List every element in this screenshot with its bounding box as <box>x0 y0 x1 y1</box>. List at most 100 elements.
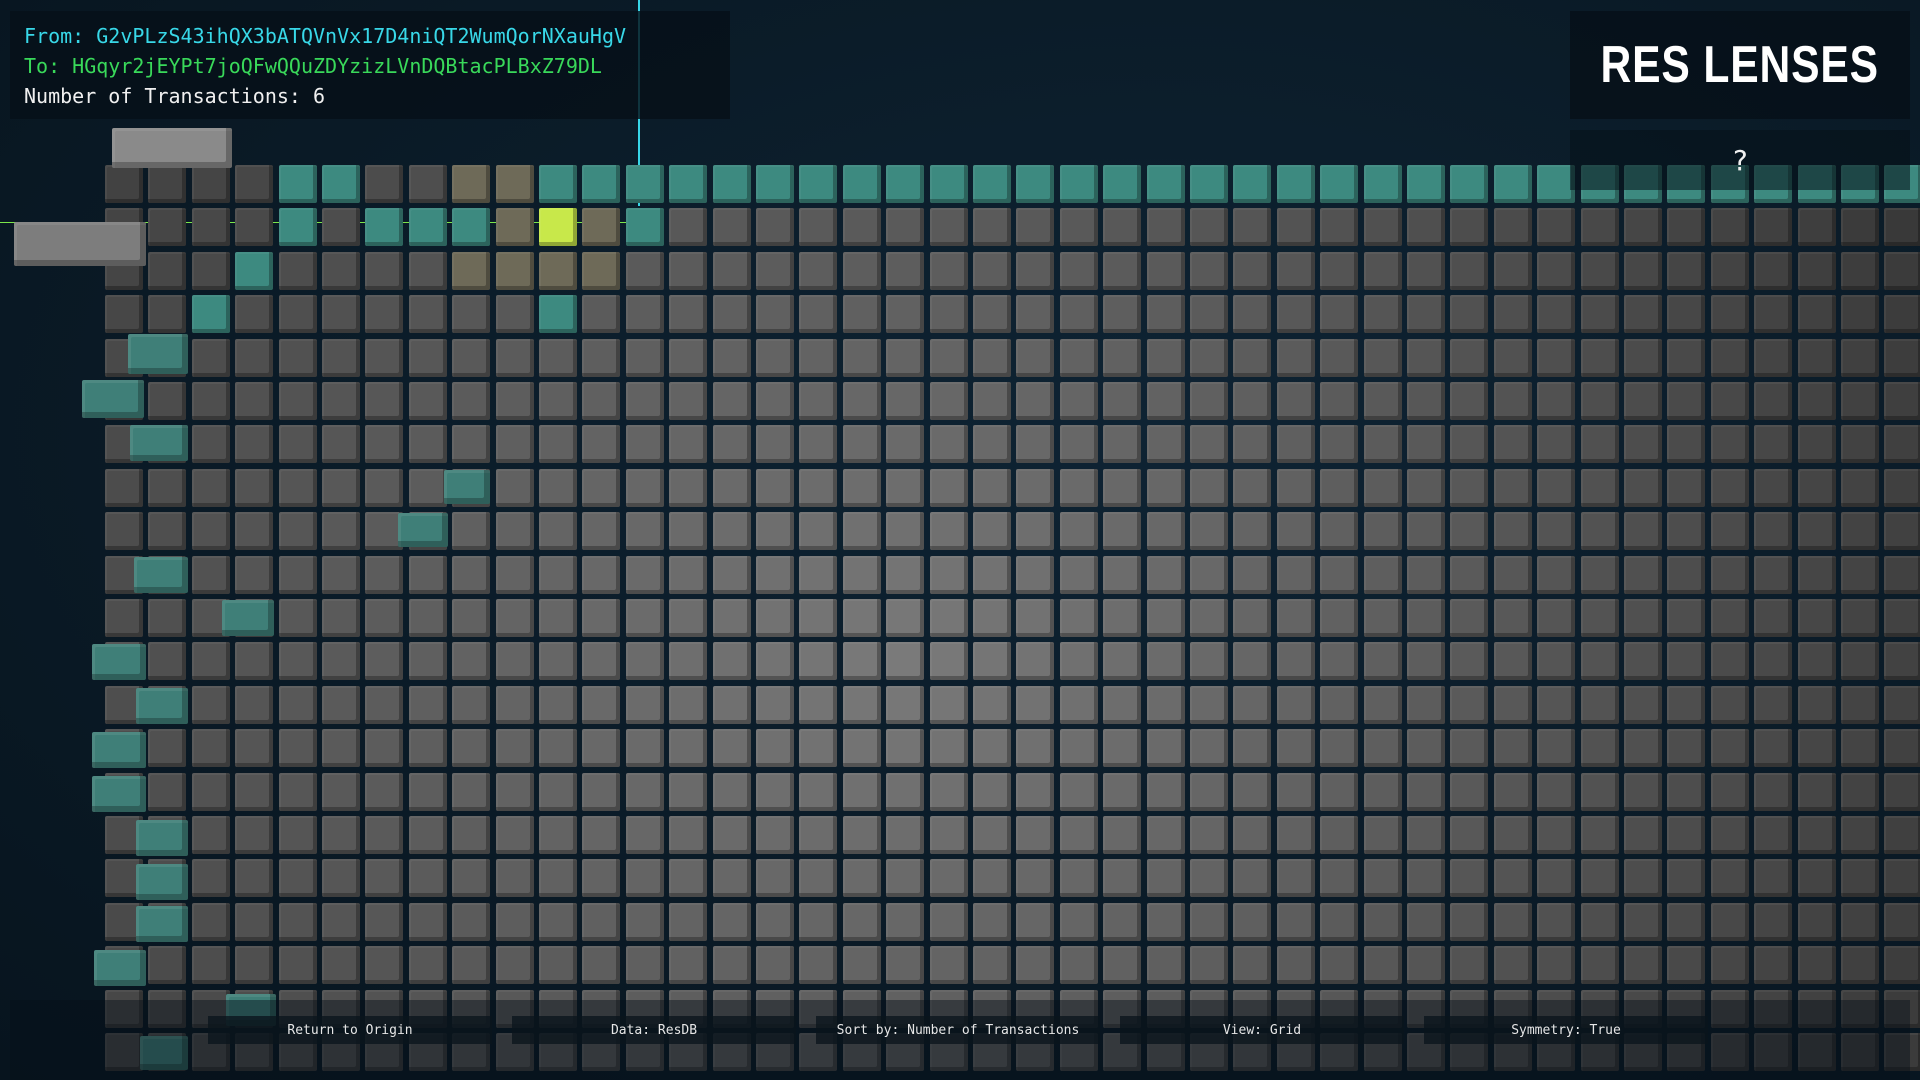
grid-cell[interactable] <box>1146 946 1185 985</box>
grid-cell[interactable] <box>1363 425 1402 464</box>
grid-cell[interactable] <box>886 772 925 811</box>
grid-cell[interactable] <box>1103 512 1142 551</box>
grid-cell[interactable] <box>1580 859 1619 898</box>
grid-cell[interactable] <box>539 816 577 854</box>
grid-cell[interactable] <box>625 425 664 464</box>
grid-cell[interactable] <box>886 902 925 941</box>
grid-cell[interactable] <box>1103 468 1142 507</box>
grid-cell[interactable] <box>669 165 708 203</box>
grid-cell[interactable] <box>1146 468 1185 507</box>
grid-cell[interactable] <box>365 902 404 941</box>
grid-cell[interactable] <box>973 555 1011 594</box>
grid-cell[interactable] <box>1016 338 1055 377</box>
grid-cell[interactable] <box>1059 338 1098 377</box>
grid-cell[interactable] <box>973 902 1011 941</box>
grid-cell[interactable] <box>929 816 968 854</box>
grid-cell[interactable] <box>1450 425 1489 464</box>
grid-cell[interactable] <box>1754 859 1793 898</box>
grid-cell[interactable] <box>148 251 187 290</box>
grid-cell[interactable] <box>886 816 925 854</box>
grid-cell[interactable] <box>1016 685 1055 724</box>
grid-cell[interactable] <box>1016 295 1055 334</box>
grid-cell[interactable] <box>842 772 881 811</box>
grid-cell[interactable] <box>452 946 491 985</box>
grid-cell[interactable] <box>452 642 491 681</box>
grid-cell[interactable] <box>1103 208 1142 247</box>
grid-cell[interactable] <box>1059 902 1098 941</box>
grid-cell[interactable] <box>929 382 968 420</box>
grid-cell[interactable] <box>1059 946 1098 985</box>
grid-cell[interactable] <box>495 685 534 724</box>
view-mode-button[interactable]: View: Grid <box>1120 1016 1404 1044</box>
grid-cell[interactable] <box>1233 208 1272 247</box>
grid-cell[interactable] <box>1667 902 1706 941</box>
grid-cell[interactable] <box>322 902 360 941</box>
grid-cell[interactable] <box>929 685 968 724</box>
grid-cell[interactable] <box>1016 555 1055 594</box>
grid-cell[interactable] <box>1103 816 1142 854</box>
grid-cell[interactable] <box>1537 425 1576 464</box>
grid-cell[interactable] <box>1537 685 1576 724</box>
grid-cell[interactable] <box>1710 251 1749 290</box>
grid-cell[interactable] <box>1797 816 1836 854</box>
grid-cell[interactable] <box>1190 772 1228 811</box>
grid-cell[interactable] <box>191 642 230 681</box>
grid-cell[interactable] <box>582 772 621 811</box>
grid-cell[interactable] <box>1146 165 1185 203</box>
grid-cell[interactable] <box>1276 772 1315 811</box>
grid-cell[interactable] <box>322 165 360 203</box>
grid-cell[interactable] <box>973 468 1011 507</box>
grid-cell[interactable] <box>1146 338 1185 377</box>
grid-cell[interactable] <box>1276 425 1315 464</box>
grid-cell[interactable] <box>1146 859 1185 898</box>
grid-cell[interactable] <box>799 555 838 594</box>
grid-cell[interactable] <box>1667 512 1706 551</box>
grid-cell[interactable] <box>1407 512 1445 551</box>
grid-cell[interactable] <box>712 338 751 377</box>
grid-cell[interactable] <box>1667 685 1706 724</box>
grid-cell[interactable] <box>1710 468 1749 507</box>
grid-cell[interactable] <box>539 772 577 811</box>
grid-cell[interactable] <box>495 902 534 941</box>
grid-cell[interactable] <box>669 946 708 985</box>
grid-cell[interactable] <box>669 425 708 464</box>
grid-cell[interactable] <box>278 468 317 507</box>
grid-cell[interactable] <box>712 946 751 985</box>
grid-cell[interactable] <box>1841 729 1879 768</box>
grid-cell[interactable] <box>929 468 968 507</box>
grid-cell[interactable] <box>1450 468 1489 507</box>
grid-cell[interactable] <box>1320 208 1359 247</box>
grid-cell[interactable] <box>756 685 794 724</box>
grid-cell[interactable] <box>1624 685 1662 724</box>
grid-cell[interactable] <box>842 685 881 724</box>
grid-cell[interactable] <box>1363 642 1402 681</box>
grid-cell[interactable] <box>1276 382 1315 420</box>
grid-cell[interactable] <box>886 599 925 637</box>
grid-cell[interactable] <box>1580 599 1619 637</box>
grid-cell[interactable] <box>408 729 447 768</box>
grid-cell[interactable] <box>625 599 664 637</box>
grid-cell[interactable] <box>495 425 534 464</box>
grid-cell[interactable] <box>582 208 621 247</box>
grid-cell[interactable] <box>539 338 577 377</box>
grid-cell[interactable] <box>1407 685 1445 724</box>
grid-cell[interactable] <box>365 685 404 724</box>
grid-cell[interactable] <box>495 772 534 811</box>
grid-cell[interactable] <box>1190 859 1228 898</box>
grid-cell[interactable] <box>1884 729 1920 768</box>
grid-cell[interactable] <box>452 382 491 420</box>
grid-cell[interactable] <box>539 382 577 420</box>
grid-cell[interactable] <box>1797 512 1836 551</box>
grid-cell[interactable] <box>1233 946 1272 985</box>
grid-cell[interactable] <box>365 165 404 203</box>
grid-cell[interactable] <box>1276 208 1315 247</box>
grid-cell[interactable] <box>842 468 881 507</box>
raised-grid-block[interactable] <box>130 425 188 461</box>
grid-cell[interactable] <box>1363 165 1402 203</box>
grid-cell[interactable] <box>1016 772 1055 811</box>
grid-cell[interactable] <box>1190 425 1228 464</box>
grid-cell[interactable] <box>1754 338 1793 377</box>
grid-cell[interactable] <box>1103 642 1142 681</box>
grid-cell[interactable] <box>1276 902 1315 941</box>
grid-cell[interactable] <box>1841 816 1879 854</box>
